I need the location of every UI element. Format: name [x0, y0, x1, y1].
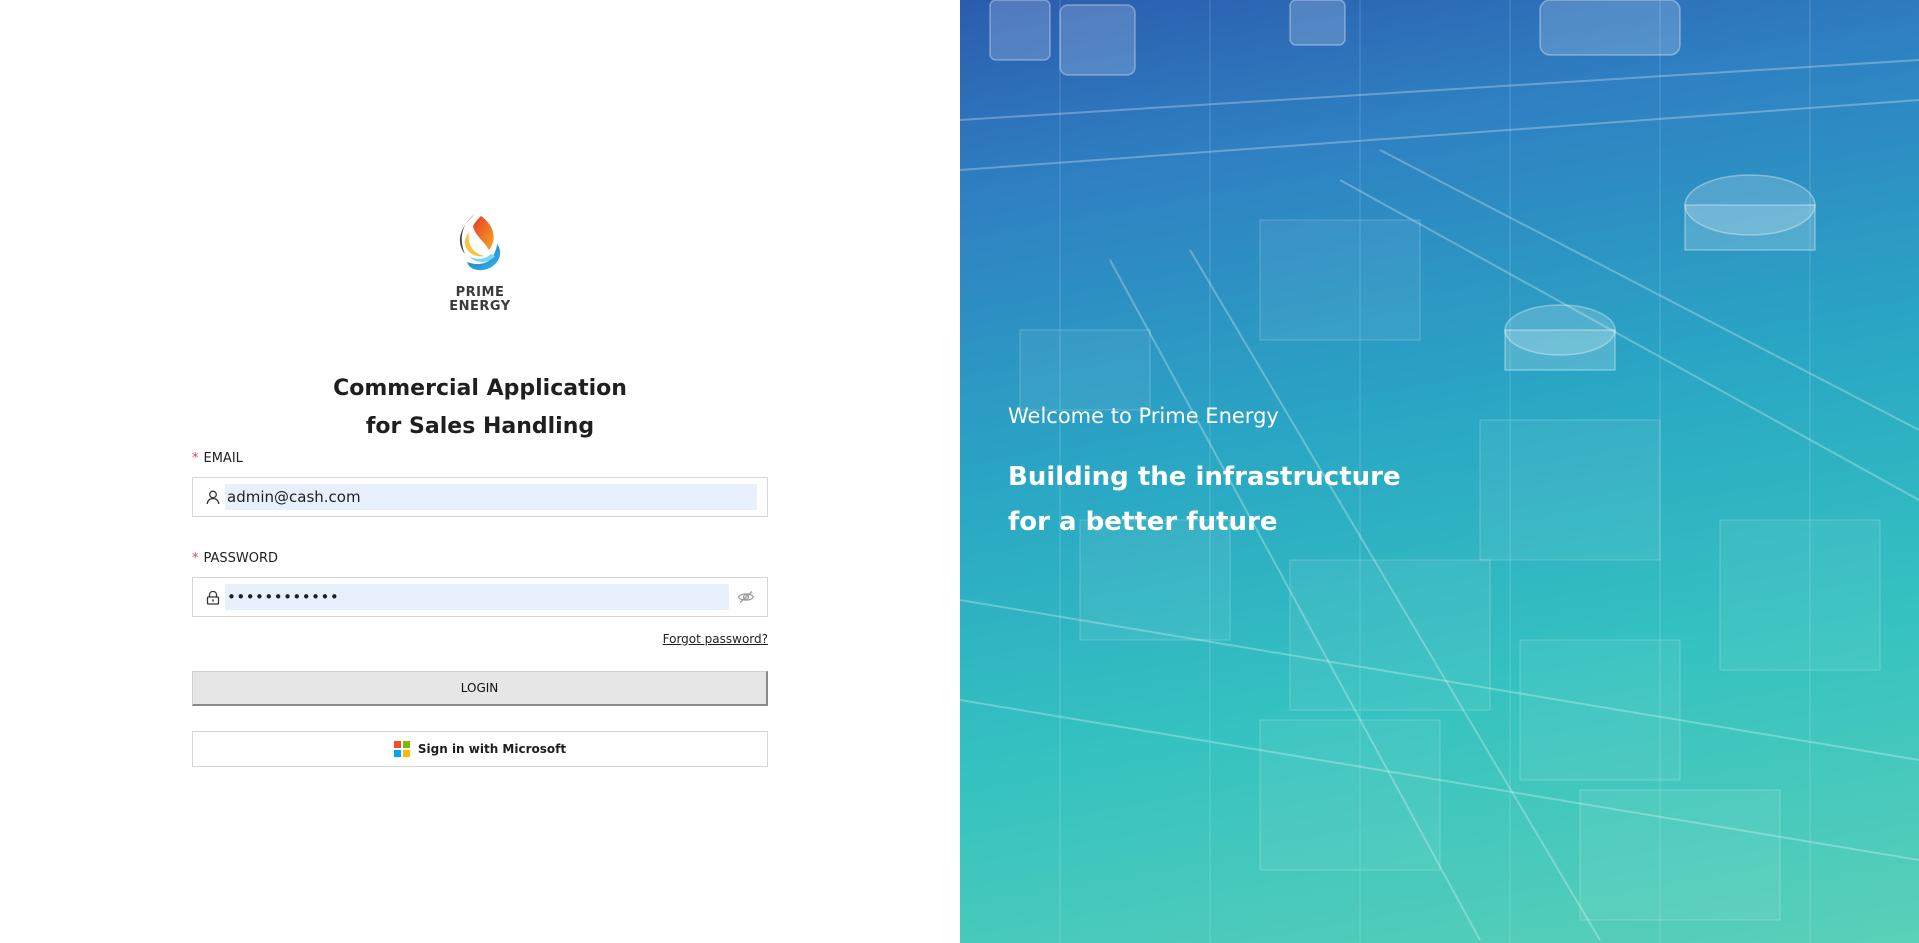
login-panel: PRIME ENERGY Commercial Application for …: [0, 0, 960, 943]
flame-logo-icon: [459, 214, 501, 271]
app-title-line1: Commercial Application: [333, 376, 627, 401]
eye-off-icon[interactable]: [735, 586, 757, 608]
login-page: PRIME ENERGY Commercial Application for …: [0, 0, 1919, 943]
email-label-text: EMAIL: [203, 451, 243, 466]
password-label-text: PASSWORD: [203, 551, 279, 566]
hero-headline: Building the infrastructure for a better…: [1008, 455, 1401, 545]
lock-icon: [205, 589, 221, 605]
microsoft-signin-button[interactable]: Sign in with Microsoft: [192, 731, 768, 767]
microsoft-signin-label: Sign in with Microsoft: [417, 742, 567, 756]
hero-headline-line1: Building the infrastructure: [1008, 462, 1401, 492]
welcome-text: Welcome to Prime Energy: [1008, 404, 1279, 428]
required-marker: *: [192, 451, 199, 466]
microsoft-logo-icon: [393, 741, 410, 757]
forgot-row: Forgot password?: [192, 630, 768, 646]
brand-name-line2: ENERGY: [449, 299, 511, 314]
app-title: Commercial Application for Sales Handlin…: [192, 370, 768, 446]
user-icon: [205, 489, 221, 505]
email-input[interactable]: admin@cash.com: [225, 484, 757, 510]
email-field[interactable]: admin@cash.com: [192, 477, 768, 517]
login-form: PRIME ENERGY Commercial Application for …: [192, 210, 768, 767]
required-marker: *: [192, 551, 199, 566]
forgot-password-link[interactable]: Forgot password?: [663, 632, 768, 646]
brand-name-line1: PRIME: [455, 285, 505, 300]
brand-logo: PRIME ENERGY: [192, 210, 768, 322]
app-title-line2: for Sales Handling: [365, 414, 595, 439]
hero-panel: Welcome to Prime Energy Building the inf…: [960, 0, 1919, 943]
password-label: * PASSWORD: [192, 549, 768, 569]
login-button[interactable]: LOGIN: [192, 671, 768, 706]
password-field[interactable]: ••••••••••••: [192, 577, 768, 617]
password-input[interactable]: ••••••••••••: [225, 584, 729, 610]
email-label: * EMAIL: [192, 449, 768, 469]
brand-name: PRIME ENERGY: [449, 286, 510, 314]
hero-headline-line2: for a better future: [1008, 507, 1278, 537]
